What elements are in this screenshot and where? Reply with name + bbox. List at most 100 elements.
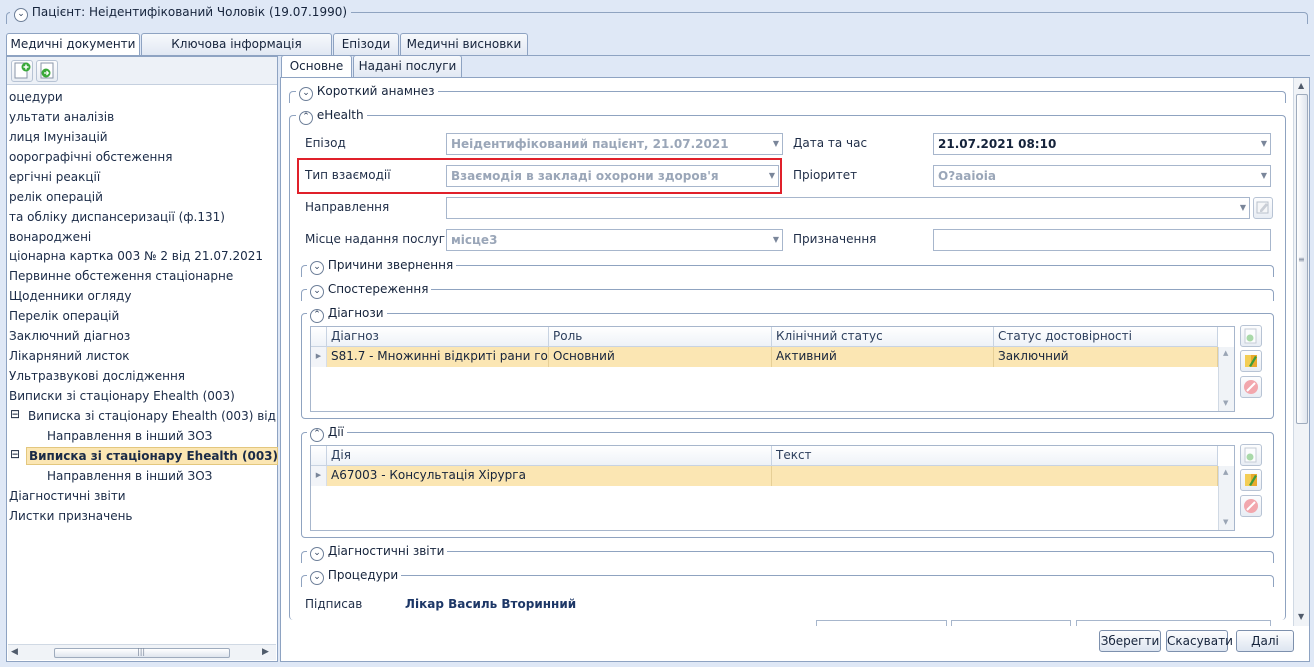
collapse-icon[interactable]: ⊟ — [10, 447, 20, 461]
edit-action-button[interactable] — [1240, 469, 1262, 491]
tree-item-immunization[interactable]: лиця Імунізацій — [9, 130, 108, 144]
scroll-down-icon[interactable]: ▼ — [1223, 399, 1228, 407]
col-header-verification-status[interactable]: Статус достовірності — [994, 327, 1218, 347]
ehealth-section-header[interactable]: ⌃ eHealth — [296, 108, 367, 125]
tree-item-referral-1[interactable]: Направлення в інший ЗОЗ — [47, 429, 212, 443]
tree-item-analysis-results[interactable]: ультати аналізів — [9, 110, 114, 124]
row-indicator-icon[interactable]: ▶ — [311, 347, 327, 367]
col-header-clinical-status[interactable]: Клінічний статус — [772, 327, 994, 347]
tree-item-operations[interactable]: релік операцій — [9, 190, 103, 204]
tree-item-discharge-1[interactable]: Виписка зі стаціонару Ehealth (003) від … — [28, 409, 318, 423]
tree-item-final-diagnosis[interactable]: Заключний діагноз — [9, 329, 130, 343]
diagnoses-grid[interactable]: Діагноз Роль Клінічний статус Статус дос… — [310, 326, 1235, 412]
subtab-main[interactable]: Основне — [281, 55, 352, 78]
copy-document-button[interactable] — [36, 60, 58, 82]
tree-item-primary-exam[interactable]: Первинне обстеження стаціонарне — [9, 269, 233, 283]
tab-key-info[interactable]: Ключова інформація пацієнта — [141, 33, 332, 71]
left-hscrollbar[interactable]: ◀ ||| ▶ — [8, 644, 276, 660]
cell-role[interactable]: Основний — [549, 347, 772, 367]
vscroll-thumb[interactable]: ≡ — [1296, 94, 1308, 424]
hscroll-thumb[interactable]: ||| — [54, 647, 230, 658]
cell-verification-status[interactable]: Заключний — [994, 347, 1218, 367]
cell-clinical-status[interactable]: Активний — [772, 347, 994, 367]
next-button[interactable]: Далі — [1236, 630, 1294, 652]
tree-item-dispensary[interactable]: та обліку диспансеризації (ф.131) — [9, 210, 225, 224]
add-action-button[interactable] — [1240, 444, 1262, 466]
episode-select[interactable]: Неідентифікований пацієнт, 21.07.2021 ▼ — [446, 133, 783, 155]
add-diagnosis-button[interactable] — [1240, 325, 1262, 347]
chevron-up-icon[interactable]: ⌃ — [310, 428, 324, 442]
chevron-down-icon[interactable]: ⌄ — [310, 285, 324, 299]
observations-section-header[interactable]: ⌄ Спостереження — [307, 282, 432, 299]
tree-item-fluorography[interactable]: оорографічні обстеження — [9, 150, 172, 164]
add-document-button[interactable] — [11, 60, 33, 82]
scroll-up-icon[interactable]: ▲ — [1223, 349, 1228, 357]
chevron-down-icon[interactable]: ⌄ — [299, 87, 313, 101]
actions-grid-scrollbar[interactable]: ▲ ▼ — [1218, 466, 1234, 530]
scroll-up-icon[interactable]: ▲ — [1298, 81, 1304, 90]
actions-section-header[interactable]: ⌃ Дії — [307, 425, 347, 442]
subtab-services[interactable]: Надані послуги — [353, 55, 462, 77]
tree-item-diaries[interactable]: Щоденники огляду — [9, 289, 131, 303]
procedures-section-header[interactable]: ⌄ Процедури — [307, 568, 402, 585]
datetime-field[interactable]: 21.07.2021 08:10 ▼ — [933, 133, 1271, 155]
tree-item-diag-reports[interactable]: Діагностичні звіти — [9, 489, 126, 503]
right-vscrollbar[interactable]: ▲ ≡ ▼ — [1293, 78, 1309, 626]
dropdown-arrow-icon[interactable]: ▼ — [1240, 198, 1246, 218]
col-header-action[interactable]: Дія — [327, 446, 772, 466]
col-header-text[interactable]: Текст — [772, 446, 1218, 466]
anamnesis-section-header[interactable]: ⌄ Короткий анамнез — [296, 84, 438, 101]
tree-item-referral-2[interactable]: Направлення в інший ЗОЗ — [47, 469, 212, 483]
scroll-left-icon[interactable]: ◀ — [11, 647, 18, 657]
place-select[interactable]: місце3 ▼ — [446, 229, 783, 251]
dropdown-arrow-icon[interactable]: ▼ — [773, 134, 779, 154]
chevron-up-icon[interactable]: ⌃ — [299, 111, 313, 125]
assignment-field[interactable] — [933, 229, 1271, 251]
col-header-diagnosis[interactable]: Діагноз — [327, 327, 549, 347]
cell-action[interactable]: A67003 - Консультація Хірурга — [327, 466, 772, 486]
save-button[interactable]: Зберегти — [1099, 630, 1161, 652]
tree-item-newborns[interactable]: вонароджені — [9, 230, 91, 244]
dropdown-arrow-icon[interactable]: ▼ — [769, 166, 775, 186]
dropdown-arrow-icon[interactable]: ▼ — [1261, 134, 1267, 154]
scroll-down-icon[interactable]: ▼ — [1223, 518, 1228, 526]
scroll-right-icon[interactable]: ▶ — [262, 647, 269, 657]
dropdown-arrow-icon[interactable]: ▼ — [1261, 166, 1267, 186]
scroll-up-icon[interactable]: ▲ — [1223, 468, 1228, 476]
chevron-down-icon[interactable]: ⌄ — [310, 571, 324, 585]
tree-item-discharges[interactable]: Виписки зі стаціонару Ehealth (003) — [9, 389, 235, 403]
cancel-button[interactable]: Скасувати — [1166, 630, 1233, 652]
actions-grid[interactable]: Дія Текст ▶ A67003 - Консультація Хірург… — [310, 445, 1235, 531]
priority-select[interactable]: О?ааіоіа ▼ — [933, 165, 1271, 187]
referral-select[interactable]: ▼ — [446, 197, 1250, 219]
tree-item-sick-leave[interactable]: Лікарняний листок — [9, 349, 130, 363]
tab-medical-documents[interactable]: Медичні документи — [6, 33, 140, 56]
edit-referral-button[interactable] — [1253, 197, 1273, 219]
tree-item-ultrasound[interactable]: Ультразвукові дослідження — [9, 369, 185, 383]
tree-item-discharge-2-selected[interactable]: Виписка зі стаціонару Ehealth (003) від … — [26, 447, 278, 465]
tree-item-procedures[interactable]: оцедури — [9, 90, 63, 104]
interaction-select[interactable]: Взаємодія в закладі охорони здоров'я ▼ — [446, 165, 779, 187]
scroll-down-icon[interactable]: ▼ — [1298, 612, 1304, 621]
row-indicator-icon[interactable]: ▶ — [311, 466, 327, 486]
tab-medical-conclusions[interactable]: Медичні висновки — [400, 33, 528, 55]
tree-item-operation-list[interactable]: Перелік операцій — [9, 309, 119, 323]
tab-episodes[interactable]: Епізоди — [333, 33, 399, 55]
diagnoses-grid-scrollbar[interactable]: ▲ ▼ — [1218, 347, 1234, 411]
edit-diagnosis-button[interactable] — [1240, 350, 1262, 372]
cell-text[interactable] — [772, 466, 1218, 486]
dropdown-arrow-icon[interactable]: ▼ — [773, 230, 779, 250]
diag-reports-section-header[interactable]: ⌄ Діагностичні звіти — [307, 544, 448, 561]
tree-item-inpatient-card[interactable]: ціонарна картка 003 № 2 від 21.07.2021 — [9, 249, 263, 263]
collapse-icon[interactable]: ⊟ — [10, 407, 20, 421]
chevron-down-icon[interactable]: ⌄ — [14, 8, 28, 22]
cell-diagnosis[interactable]: S81.7 - Множинні відкриті рани гомі... — [327, 347, 549, 367]
delete-action-button[interactable] — [1240, 495, 1262, 517]
reasons-section-header[interactable]: ⌄ Причини звернення — [307, 258, 457, 275]
chevron-up-icon[interactable]: ⌃ — [310, 309, 324, 323]
delete-diagnosis-button[interactable] — [1240, 376, 1262, 398]
tree-item-allergies[interactable]: ергічні реакції — [9, 170, 100, 184]
diagnoses-section-header[interactable]: ⌃ Діагнози — [307, 306, 387, 323]
chevron-down-icon[interactable]: ⌄ — [310, 547, 324, 561]
chevron-down-icon[interactable]: ⌄ — [310, 261, 324, 275]
